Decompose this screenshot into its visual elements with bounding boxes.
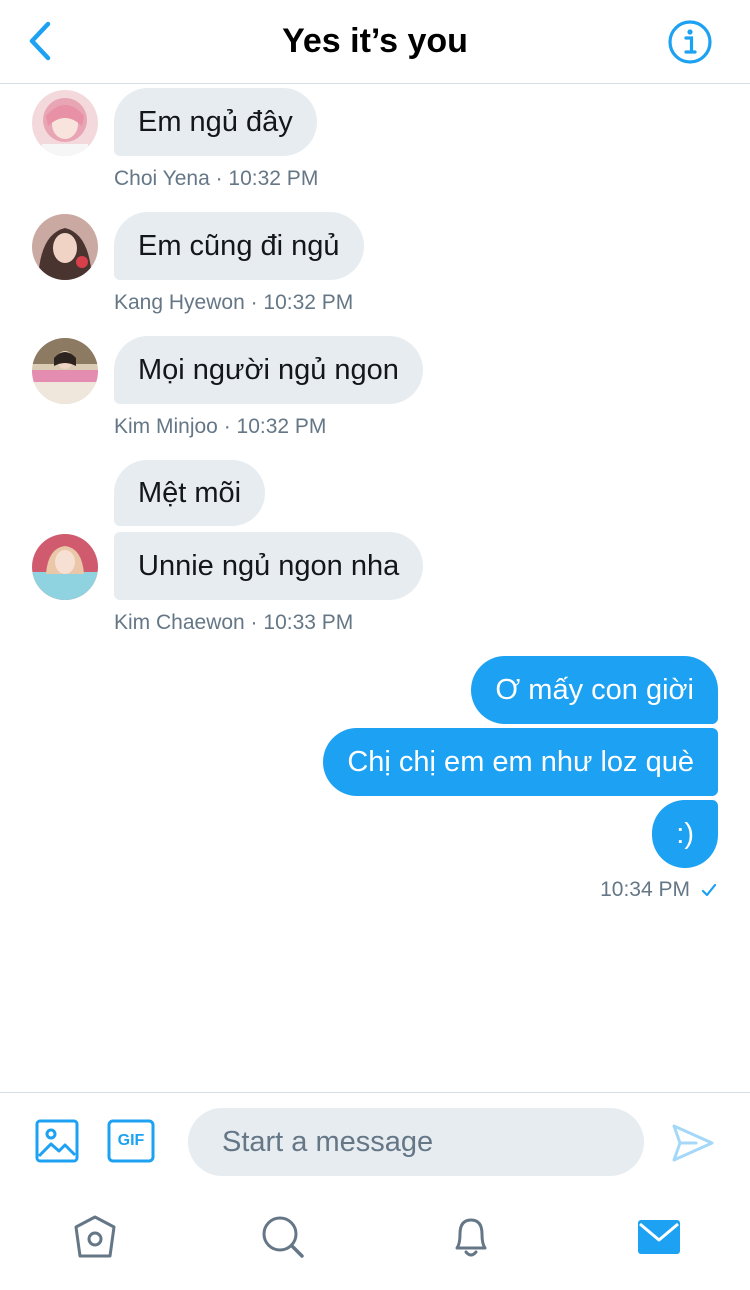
conversation-title: Yes it’s you [282, 22, 468, 60]
chevron-left-icon[interactable] [22, 18, 62, 64]
message-meta: Kim Minjoo · 10:32 PM [114, 415, 327, 438]
bell-icon[interactable] [446, 1212, 496, 1262]
conversation-header: Yes it’s you [0, 0, 750, 84]
gif-label: GIF [117, 1132, 145, 1149]
home-icon[interactable] [70, 1212, 120, 1262]
message-bubble[interactable]: Mệt mõi [114, 460, 266, 526]
message-bubble[interactable]: Em ngủ đây [114, 88, 317, 156]
message-bubble-outgoing[interactable]: :) [652, 800, 718, 868]
message-meta: Kang Hyewon · 10:32 PM [114, 291, 354, 314]
avatar[interactable] [32, 534, 98, 600]
avatar[interactable] [32, 90, 98, 156]
send-icon[interactable] [670, 1120, 716, 1166]
avatar[interactable] [32, 338, 98, 404]
message-input[interactable] [188, 1108, 644, 1176]
message-bubble-outgoing[interactable]: Ơ mấy con giời [471, 656, 718, 724]
message-bubble[interactable]: Em cũng đi ngủ [114, 212, 364, 280]
mail-icon[interactable] [634, 1212, 684, 1262]
search-icon[interactable] [258, 1212, 308, 1262]
message-meta: Choi Yena · 10:32 PM [114, 167, 319, 190]
check-icon [701, 883, 717, 897]
message-meta: 10:34 PM [600, 876, 718, 904]
info-icon[interactable] [666, 18, 714, 66]
message-timestamp: 10:34 PM [600, 878, 690, 901]
dm-conversation-screen: Yes it’s you Em ngủ đây Choi Yena · 10:3… [0, 0, 750, 1290]
message-meta: Kim Chaewon · 10:33 PM [114, 611, 354, 634]
message-bubble[interactable]: Unnie ngủ ngon nha [114, 532, 424, 600]
gif-button[interactable]: GIF [106, 1118, 156, 1164]
avatar[interactable] [32, 214, 98, 280]
image-icon[interactable] [34, 1118, 80, 1164]
message-bubble[interactable]: Mọi người ngủ ngon [114, 336, 423, 404]
message-bubble-outgoing[interactable]: Chị chị em em như loz què [323, 728, 718, 796]
